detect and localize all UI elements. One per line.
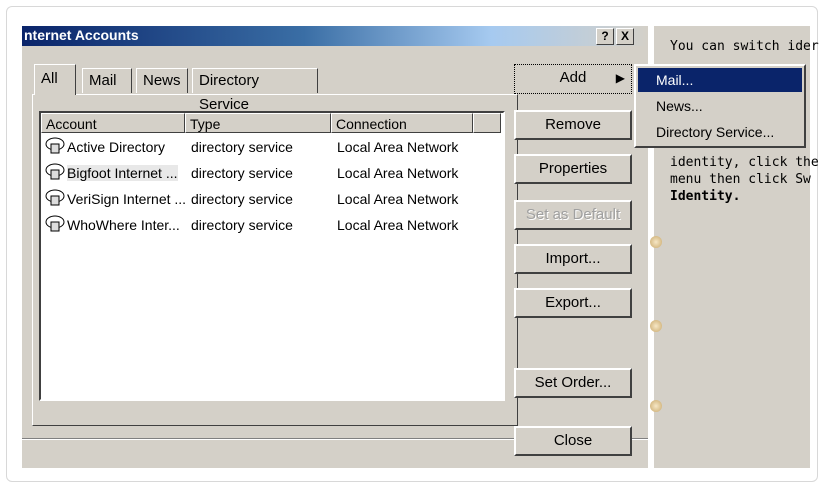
account-name: Active Directory (67, 139, 166, 155)
add-button-label: Add (559, 69, 587, 86)
account-icon (45, 215, 65, 232)
column-header-account[interactable]: Account (41, 113, 185, 133)
submenu-arrow-icon: ▶ (615, 71, 625, 85)
decorative-dot (650, 320, 662, 332)
window-title: nternet Accounts (24, 27, 139, 43)
account-name: Bigfoot Internet ... (67, 165, 178, 181)
set-as-default-button[interactable]: Set as Default (514, 200, 632, 230)
account-connection: Local Area Network (337, 139, 459, 155)
remove-button[interactable]: Remove (514, 110, 632, 140)
tab-panel: Account Type Connection Active Directory… (32, 94, 518, 426)
tab-mail[interactable]: Mail (82, 68, 132, 93)
add-button[interactable]: Add ▶ (514, 64, 632, 94)
account-icon (45, 189, 65, 206)
tab-all[interactable]: All (34, 64, 76, 95)
account-name: WhoWhere Inter... (67, 217, 180, 233)
help-button[interactable]: ? (596, 28, 614, 45)
account-icon (45, 137, 65, 154)
tab-directory-service[interactable]: Directory Service (192, 68, 318, 113)
column-header-connection[interactable]: Connection (331, 113, 473, 133)
side-help-line-2: identity, click the F (670, 155, 822, 170)
side-help-line-4: Identity. (670, 189, 741, 204)
account-type: directory service (191, 191, 293, 207)
internet-accounts-dialog: nternet Accounts ? X All Mail News Direc… (22, 26, 648, 468)
export-button[interactable]: Export... (514, 288, 632, 318)
table-row[interactable]: WhoWhere Inter... directory service Loca… (41, 213, 501, 237)
decorative-dot (650, 400, 662, 412)
add-submenu: Mail... News... Directory Service... (634, 64, 806, 148)
account-icon (45, 163, 65, 180)
tab-news[interactable]: News (136, 68, 188, 93)
side-help-line-1: You can switch ider (670, 39, 819, 54)
menu-item-mail[interactable]: Mail... (638, 68, 802, 92)
account-type: directory service (191, 139, 293, 155)
account-type: directory service (191, 217, 293, 233)
column-header-type[interactable]: Type (185, 113, 331, 133)
table-row[interactable]: Active Directory directory service Local… (41, 135, 501, 159)
close-button[interactable]: Close (514, 426, 632, 456)
import-button[interactable]: Import... (514, 244, 632, 274)
title-bar: nternet Accounts ? X (22, 26, 648, 46)
table-row[interactable]: Bigfoot Internet ... directory service L… (41, 161, 501, 185)
side-help-line-3: menu then click Sw (670, 172, 811, 187)
close-window-button[interactable]: X (616, 28, 634, 45)
accounts-list[interactable]: Account Type Connection Active Directory… (39, 111, 505, 401)
set-order-button[interactable]: Set Order... (514, 368, 632, 398)
account-type: directory service (191, 165, 293, 181)
properties-button[interactable]: Properties (514, 154, 632, 184)
menu-item-news[interactable]: News... (638, 94, 802, 118)
table-row[interactable]: VeriSign Internet ... directory service … (41, 187, 501, 211)
decorative-dot (650, 236, 662, 248)
account-connection: Local Area Network (337, 165, 459, 181)
account-name: VeriSign Internet ... (67, 191, 187, 207)
account-connection: Local Area Network (337, 191, 459, 207)
account-connection: Local Area Network (337, 217, 459, 233)
menu-item-directory-service[interactable]: Directory Service... (638, 120, 802, 144)
column-header-filler (473, 113, 501, 133)
